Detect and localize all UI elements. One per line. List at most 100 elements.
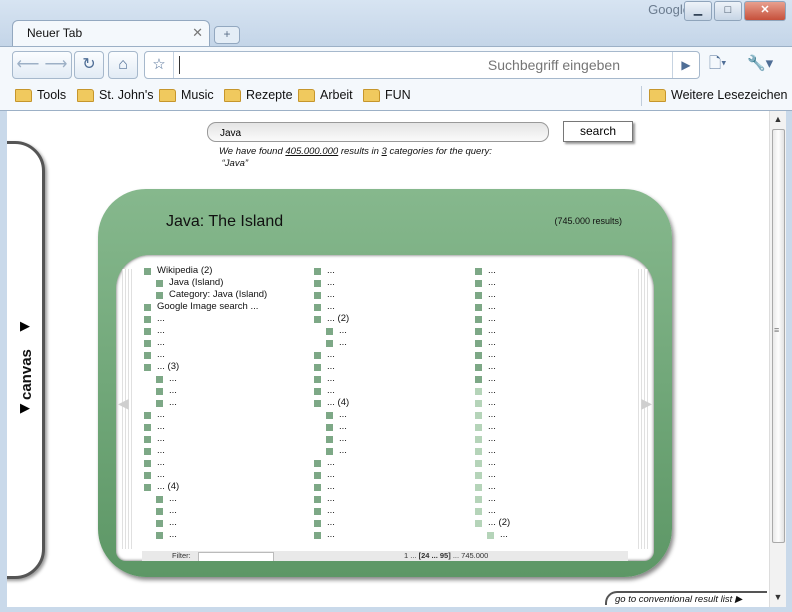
bookmark-rezepte[interactable]: Rezepte [224,88,293,102]
tab-close-icon[interactable]: ✕ [192,25,203,41]
bookmark-arbeit[interactable]: Arbeit [298,88,353,102]
result-item[interactable]: ... [314,289,464,301]
canvas-panel-toggle[interactable]: ▶ canvas ▶ [7,141,45,579]
result-item[interactable]: ... [314,409,464,421]
next-page-arrow-icon[interactable]: ▶ [641,395,652,412]
bookmark-st-johns[interactable]: St. John's [77,88,154,102]
prev-page-arrow-icon[interactable]: ◀ [118,395,129,412]
result-item[interactable]: Java (Island) [144,277,294,289]
result-item[interactable]: ... [475,421,625,433]
result-item[interactable]: ... [314,265,464,277]
vertical-scrollbar[interactable]: ▲ ≡ ▼ [769,111,786,607]
result-item[interactable]: ... [475,397,625,409]
result-item[interactable]: ... [144,421,294,433]
bookmark-fun[interactable]: FUN [363,88,411,102]
result-item[interactable]: ... [475,277,625,289]
result-item[interactable]: ... (4) [314,397,464,409]
reload-button[interactable]: ↻ [74,51,104,79]
filter-input[interactable] [198,552,274,561]
result-item[interactable]: ... [475,493,625,505]
result-item[interactable]: Wikipedia (2) [144,265,294,277]
forward-arrow-icon[interactable]: ⟶ [43,52,69,78]
result-item[interactable]: Category: Java (Island) [144,289,294,301]
result-item[interactable]: ... [144,409,294,421]
result-item[interactable]: ... [314,337,464,349]
result-item[interactable]: ... [314,325,464,337]
result-item[interactable]: ... [144,325,294,337]
result-item[interactable]: ... [144,517,294,529]
result-item[interactable]: ... [475,481,625,493]
result-item[interactable]: ... [314,529,464,541]
result-item[interactable]: ... [144,349,294,361]
result-item[interactable]: ... [314,505,464,517]
search-button[interactable]: search [563,121,633,142]
result-item[interactable]: ... [144,313,294,325]
go-button-icon[interactable]: ▶ [672,52,699,78]
result-item[interactable]: ... [144,433,294,445]
other-bookmarks[interactable]: Weitere Lesezeichen [649,88,788,102]
result-item[interactable]: ... [475,349,625,361]
result-item[interactable]: ... [314,385,464,397]
page-menu-icon[interactable]: 🗋▾ [709,51,727,77]
result-item[interactable]: ... [475,361,625,373]
result-item[interactable]: ... [144,529,294,541]
scrollbar-thumb[interactable] [772,129,785,543]
browser-tab[interactable]: Neuer Tab ✕ [12,20,210,47]
result-item[interactable]: ... [475,385,625,397]
pager-end[interactable]: ... 745.000 [453,551,488,560]
result-item[interactable]: ... (2) [314,313,464,325]
result-item[interactable]: ... [314,421,464,433]
close-window-button[interactable]: ✕ [744,1,786,21]
result-item[interactable]: ... [475,445,625,457]
result-item[interactable]: ... [475,409,625,421]
scroll-down-icon[interactable]: ▼ [770,589,786,605]
pager-start[interactable]: 1 ... [404,551,417,560]
result-item[interactable]: ... [144,505,294,517]
bookmark-music[interactable]: Music [159,88,214,102]
result-item[interactable]: ... [314,373,464,385]
result-item[interactable]: ... [144,469,294,481]
result-item[interactable]: ... (3) [144,361,294,373]
result-item[interactable]: ... [144,457,294,469]
wrench-menu-icon[interactable]: 🔧▾ [747,51,773,77]
home-button[interactable]: ⌂ [108,51,138,79]
result-item[interactable]: ... [314,301,464,313]
result-item[interactable]: ... [475,457,625,469]
result-item[interactable]: ... [144,373,294,385]
bookmark-tools[interactable]: Tools [15,88,66,102]
conventional-results-link[interactable]: go to conventional result list ▶ [605,591,767,605]
result-item[interactable]: ... [314,493,464,505]
result-item[interactable]: ... [314,469,464,481]
result-item[interactable]: ... [314,277,464,289]
new-tab-button[interactable]: + [214,26,240,44]
scroll-up-icon[interactable]: ▲ [770,111,786,127]
minimize-button[interactable]: ▁ [684,1,712,21]
result-item[interactable]: ... [475,469,625,481]
result-item[interactable]: ... [314,481,464,493]
result-item[interactable]: ... [144,445,294,457]
result-item[interactable]: ... [475,301,625,313]
result-item[interactable]: ... [144,337,294,349]
result-item[interactable]: ... [144,493,294,505]
address-input[interactable] [179,56,620,74]
result-item[interactable]: ... (4) [144,481,294,493]
result-item[interactable]: ... [314,457,464,469]
result-item[interactable]: ... [314,361,464,373]
result-item[interactable]: ... [475,529,625,541]
result-item[interactable]: ... [144,385,294,397]
result-item[interactable]: ... [475,337,625,349]
result-item[interactable]: ... [314,517,464,529]
result-item[interactable]: ... [475,313,625,325]
result-item[interactable]: Google Image search ... [144,301,294,313]
result-item[interactable]: ... [475,433,625,445]
result-item[interactable]: ... [314,433,464,445]
result-item[interactable]: ... (2) [475,517,625,529]
result-item[interactable]: ... [144,397,294,409]
result-item[interactable]: ... [475,265,625,277]
query-input[interactable] [218,125,542,141]
result-item[interactable]: ... [475,289,625,301]
bookmark-star-icon[interactable]: ☆ [145,52,174,78]
result-item[interactable]: ... [475,505,625,517]
back-arrow-icon[interactable]: ⟵ [15,52,41,78]
result-item[interactable]: ... [314,445,464,457]
